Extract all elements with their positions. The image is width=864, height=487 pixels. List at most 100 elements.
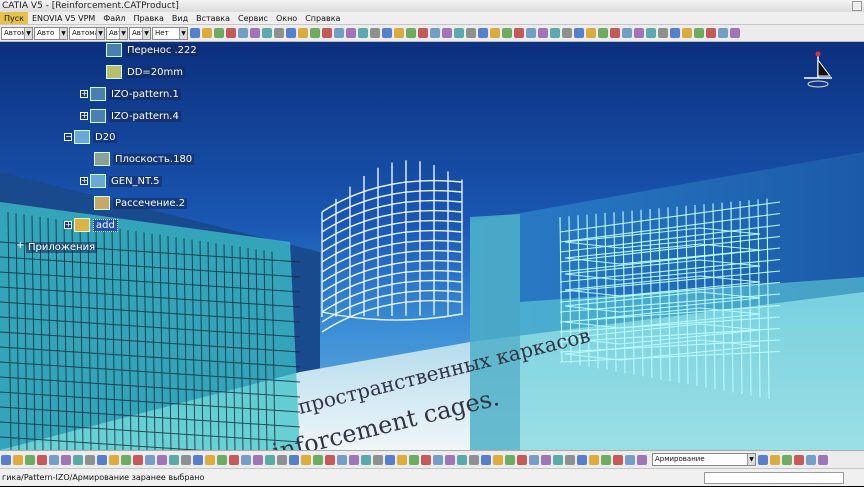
top-tool-icon[interactable] [670, 28, 680, 38]
bottom-tool-icon[interactable] [517, 454, 527, 465]
top-tool-icon[interactable] [502, 28, 512, 38]
top-tool-icon[interactable] [442, 28, 452, 38]
expand-icon[interactable]: + [80, 177, 88, 185]
bottom-tool-icon[interactable] [1, 454, 11, 465]
bottom-tool-icon[interactable] [493, 454, 503, 465]
top-tool-icon[interactable] [658, 28, 668, 38]
tree-node-split[interactable]: Рассечение.2 [94, 195, 188, 211]
bottom-tool-icon[interactable] [385, 454, 395, 465]
bottom-tool-icon[interactable] [529, 454, 539, 465]
bottom-tool-icon[interactable] [61, 454, 71, 465]
top-tool-icon[interactable] [562, 28, 572, 38]
tree-node-izo-pattern-4[interactable]: + IZO-pattern.4 [80, 108, 181, 124]
top-tool-icon[interactable] [250, 28, 260, 38]
line-color-combo[interactable]: Автомат ▼ [1, 26, 33, 40]
bottom-tool-icon[interactable] [277, 454, 287, 465]
top-tool-icon[interactable] [538, 28, 548, 38]
expand-icon[interactable]: + [16, 241, 24, 251]
menu-edit[interactable]: Правка [129, 12, 167, 24]
bottom-tool-icon[interactable] [589, 454, 599, 465]
top-tool-icon[interactable] [598, 28, 608, 38]
bottom-right-tool-icon[interactable] [794, 454, 804, 465]
bottom-tool-icon[interactable] [337, 454, 347, 465]
top-tool-icon[interactable] [466, 28, 476, 38]
bottom-tool-icon[interactable] [613, 454, 623, 465]
bottom-tool-icon[interactable] [205, 454, 215, 465]
bottom-tool-icon[interactable] [421, 454, 431, 465]
bottom-tool-icon[interactable] [73, 454, 83, 465]
menu-start[interactable]: Пуск [0, 12, 28, 24]
top-tool-icon[interactable] [190, 28, 200, 38]
top-tool-icon[interactable] [490, 28, 500, 38]
bottom-tool-icon[interactable] [25, 454, 35, 465]
expand-icon[interactable]: + [80, 112, 88, 120]
bottom-tool-icon[interactable] [217, 454, 227, 465]
expand-icon[interactable]: + [80, 90, 88, 98]
top-tool-icon[interactable] [430, 28, 440, 38]
point-type-combo[interactable]: Авт ▼ [106, 26, 128, 40]
command-input[interactable] [704, 472, 844, 484]
bottom-tool-icon[interactable] [361, 454, 371, 465]
bottom-right-tool-icon[interactable] [806, 454, 816, 465]
bottom-tool-icon[interactable] [229, 454, 239, 465]
top-tool-icon[interactable] [682, 28, 692, 38]
bottom-tool-icon[interactable] [541, 454, 551, 465]
top-tool-icon[interactable] [706, 28, 716, 38]
top-tool-icon[interactable] [214, 28, 224, 38]
tree-node-parameter[interactable]: DD=20mm [106, 64, 185, 80]
window-close-button[interactable] [852, 1, 862, 11]
bottom-tool-icon[interactable] [301, 454, 311, 465]
bottom-tool-icon[interactable] [97, 454, 107, 465]
bottom-tool-icon[interactable] [13, 454, 23, 465]
top-tool-icon[interactable] [514, 28, 524, 38]
bottom-tool-icon[interactable] [325, 454, 335, 465]
tree-node-plane[interactable]: Плоскость.180 [94, 151, 195, 167]
top-tool-icon[interactable] [298, 28, 308, 38]
bottom-tool-icon[interactable] [577, 454, 587, 465]
top-tool-icon[interactable] [586, 28, 596, 38]
top-tool-icon[interactable] [238, 28, 248, 38]
tree-node-gen-nt[interactable]: + GEN_NT.5 [80, 173, 162, 189]
top-tool-icon[interactable] [550, 28, 560, 38]
line-weight-combo[interactable]: Автомат ▼ [69, 26, 105, 40]
compass-icon[interactable] [802, 50, 834, 90]
bottom-tool-icon[interactable] [373, 454, 383, 465]
top-tool-icon[interactable] [646, 28, 656, 38]
bottom-tool-icon[interactable] [625, 454, 635, 465]
bottom-tool-icon[interactable] [85, 454, 95, 465]
bottom-right-tool-icon[interactable] [818, 454, 828, 465]
bottom-tool-icon[interactable] [445, 454, 455, 465]
bottom-tool-icon[interactable] [157, 454, 167, 465]
bottom-tool-icon[interactable] [265, 454, 275, 465]
bottom-tool-icon[interactable] [253, 454, 263, 465]
top-tool-icon[interactable] [730, 28, 740, 38]
bottom-tool-icon[interactable] [349, 454, 359, 465]
bottom-tool-icon[interactable] [433, 454, 443, 465]
bottom-tool-icon[interactable] [601, 454, 611, 465]
top-tool-icon[interactable] [634, 28, 644, 38]
bottom-tool-icon[interactable] [49, 454, 59, 465]
menu-window[interactable]: Окно [272, 12, 301, 24]
bottom-right-tool-icon[interactable] [758, 454, 768, 465]
menu-help[interactable]: Справка [301, 12, 344, 24]
bottom-right-tool-icon[interactable] [770, 454, 780, 465]
top-tool-icon[interactable] [274, 28, 284, 38]
tree-node-add[interactable]: + add [64, 217, 118, 233]
expand-icon[interactable]: + [64, 221, 72, 229]
top-tool-icon[interactable] [418, 28, 428, 38]
top-tool-icon[interactable] [622, 28, 632, 38]
tree-node-izo-pattern-1[interactable]: + IZO-pattern.1 [80, 86, 181, 102]
top-tool-icon[interactable] [574, 28, 584, 38]
bottom-tool-icon[interactable] [457, 454, 467, 465]
menu-file[interactable]: Файл [99, 12, 129, 24]
bottom-tool-icon[interactable] [181, 454, 191, 465]
bottom-tool-icon[interactable] [637, 454, 647, 465]
menu-tools[interactable]: Сервис [234, 12, 272, 24]
top-tool-icon[interactable] [694, 28, 704, 38]
top-tool-icon[interactable] [382, 28, 392, 38]
bottom-tool-icon[interactable] [133, 454, 143, 465]
bottom-tool-icon[interactable] [409, 454, 419, 465]
tree-node-applications[interactable]: + Приложения [16, 239, 98, 255]
top-tool-icon[interactable] [286, 28, 296, 38]
bottom-tool-icon[interactable] [565, 454, 575, 465]
